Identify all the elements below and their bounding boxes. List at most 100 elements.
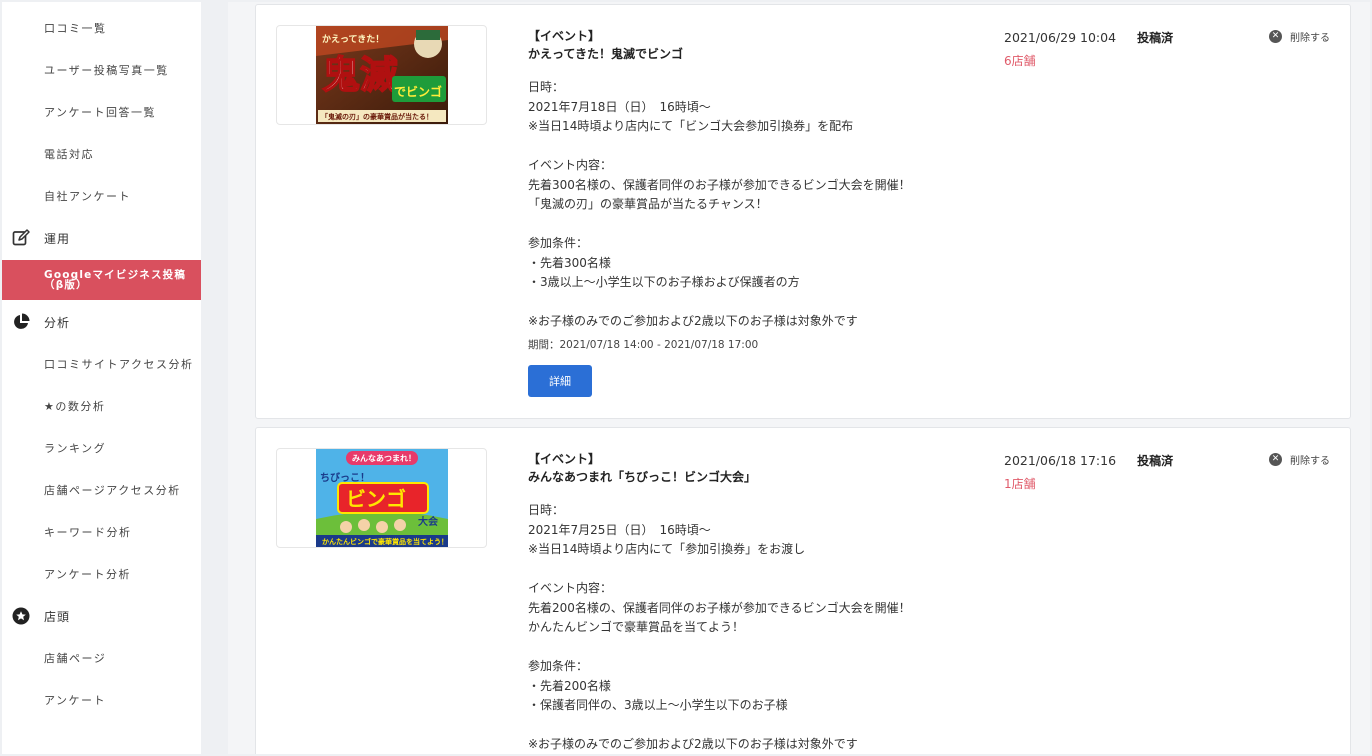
post-text-line: 参加条件：	[528, 236, 589, 250]
post-text-line: 先着200名様の、保護者同伴のお子様が参加できるビンゴ大会を開催！	[528, 600, 911, 615]
post-body: 【イベント】 かえってきた！鬼滅でビンゴ 日時： 2021年7月18日（日） 1…	[528, 27, 988, 397]
sidebar-item-ranking[interactable]: ランキング	[2, 428, 201, 468]
sidebar-item-label: アンケート	[44, 694, 107, 707]
thumbnail-caption-bottom: かんたんビンゴで豪華賞品を当てよう！	[322, 537, 448, 546]
post-title: かえってきた！鬼滅でビンゴ	[528, 47, 684, 61]
post-text-line: 「鬼滅の刃」の豪華賞品が当たるチャンス！	[528, 197, 768, 211]
sidebar-item-survey-analysis[interactable]: アンケート分析	[2, 554, 201, 594]
sidebar-item-label: 自社アンケート	[44, 190, 132, 203]
close-circle-icon: ✕	[1269, 453, 1282, 466]
post-text-line: ・3歳以上〜小学生以下のお子様および保護者の方	[528, 275, 800, 289]
sidebar-item-label: 店頭	[44, 609, 71, 624]
sidebar-section-operation[interactable]: 運用	[2, 218, 201, 258]
delete-label: 削除する	[1290, 456, 1330, 467]
detail-button[interactable]: 詳細	[528, 364, 592, 397]
post-text-line: かんたんビンゴで豪華賞品を当てよう！	[528, 620, 745, 634]
delete-button[interactable]: ✕ 削除する	[1269, 452, 1330, 467]
post-text-line: 参加条件：	[528, 659, 589, 673]
post-text-line: イベント内容：	[528, 581, 613, 595]
sidebar-item-label: 店舗ページ	[44, 652, 107, 665]
thumbnail-tag: 大会	[418, 515, 438, 528]
app-frame: 口コミ一覧 ユーザー投稿写真一覧 アンケート回答一覧 電話対応 自社アンケート …	[2, 2, 1370, 754]
sidebar-item-reviews[interactable]: 口コミ一覧	[2, 8, 201, 48]
sidebar-section-analysis[interactable]: 分析	[2, 302, 201, 342]
sidebar-item-label: ランキング	[44, 442, 107, 455]
status-badge: 投稿済	[1137, 454, 1174, 468]
sidebar-item-google-posts[interactable]: Googleマイビジネス投稿（β版）	[2, 260, 201, 300]
thumbnail-caption-bottom: 「鬼滅の刃」の豪華賞品が当たる！	[321, 112, 433, 121]
post-text-line: イベント内容：	[528, 158, 613, 172]
post-text-line	[528, 293, 988, 313]
sidebar-item-phone[interactable]: 電話対応	[2, 134, 201, 174]
sidebar-item-label: 口コミ一覧	[44, 22, 107, 35]
delete-button[interactable]: ✕ 削除する	[1269, 29, 1330, 44]
post-text-line	[528, 716, 988, 736]
post-text-line	[528, 215, 988, 235]
sidebar-divider	[201, 2, 228, 754]
sidebar-item-user-photos[interactable]: ユーザー投稿写真一覧	[2, 50, 201, 90]
sidebar-item-label: ユーザー投稿写真一覧	[44, 64, 169, 77]
post-text-line	[528, 638, 988, 658]
post-meta: 2021/06/29 10:04 投稿済 6店舗	[1004, 27, 1173, 69]
sidebar-item-label: Googleマイビジネス投稿（β版）	[44, 269, 187, 291]
post-text-line	[528, 560, 988, 580]
thumbnail-headline: 鬼滅	[322, 53, 398, 97]
post-period: 期間：2021/07/18 14:00 - 2021/07/18 17:00	[528, 338, 759, 351]
post-text-line: 先着300名様の、保護者同伴のお子様が参加できるビンゴ大会を開催！	[528, 177, 911, 192]
post-date: 2021/06/18 17:16	[1004, 453, 1117, 468]
main-content: かえってきた！ 鬼滅 でビンゴ 「鬼滅の刃」の豪華賞品が当たる！ 【イベント】 …	[228, 2, 1370, 754]
store-count-link[interactable]: 6店舗	[1004, 52, 1173, 69]
thumbnail-caption-top: みんなあつまれ！	[352, 454, 416, 463]
post-body: 【イベント】 みんなあつまれ「ちびっこ！ビンゴ大会」 日時： 2021年7月25…	[528, 450, 988, 754]
sidebar-item-own-survey[interactable]: 自社アンケート	[2, 176, 201, 216]
sidebar-item-store-page[interactable]: 店舗ページ	[2, 638, 201, 678]
sidebar-item-site-access[interactable]: 口コミサイトアクセス分析	[2, 344, 201, 384]
thumbnail-subheadline: ビンゴ	[346, 487, 406, 511]
sidebar-item-label: 店舗ページアクセス分析	[44, 484, 181, 497]
sidebar-item-label: 分析	[44, 315, 71, 330]
sidebar-item-survey[interactable]: アンケート	[2, 680, 201, 720]
post-text-line: ※当日14時頃より店内にて「参加引換券」をお渡し	[528, 542, 806, 556]
post-date: 2021/06/29 10:04	[1004, 30, 1117, 45]
post-text-line: ※お子様のみでのご参加および2歳以下のお子様は対象外です	[528, 737, 858, 751]
post-text-line: ・保護者同伴の、3歳以上〜小学生以下のお子様	[528, 698, 788, 712]
post-text-line: 日時：	[528, 503, 565, 517]
status-badge: 投稿済	[1137, 31, 1174, 45]
sidebar-item-store-page-access[interactable]: 店舗ページアクセス分析	[2, 470, 201, 510]
post-text-line: 日時：	[528, 80, 565, 94]
delete-label: 削除する	[1290, 33, 1330, 44]
post-text-line	[528, 137, 988, 157]
post-meta: 2021/06/18 17:16 投稿済 1店舗	[1004, 450, 1173, 492]
post-text-line: 2021年7月25日（日） 16時頃〜	[528, 522, 711, 537]
sidebar-item-survey-answers[interactable]: アンケート回答一覧	[2, 92, 201, 132]
sidebar-item-star-analysis[interactable]: ★の数分析	[2, 386, 201, 426]
post-text-line: ※お子様のみでのご参加および2歳以下のお子様は対象外です	[528, 314, 858, 328]
sidebar-item-label: 口コミサイトアクセス分析	[44, 358, 194, 371]
close-circle-icon: ✕	[1269, 30, 1282, 43]
thumbnail-caption-top: かえってきた！	[322, 34, 384, 45]
pie-chart-icon	[11, 312, 31, 332]
post-card: かえってきた！ 鬼滅 でビンゴ 「鬼滅の刃」の豪華賞品が当たる！ 【イベント】 …	[255, 4, 1351, 419]
post-title: みんなあつまれ「ちびっこ！ビンゴ大会」	[528, 470, 757, 484]
post-text-line: ・先着300名様	[528, 255, 611, 270]
bingo-poster-image: かえってきた！ 鬼滅 でビンゴ 「鬼滅の刃」の豪華賞品が当たる！	[315, 26, 448, 124]
sidebar-item-label: キーワード分析	[44, 526, 132, 539]
sidebar-item-label: ★の数分析	[44, 400, 106, 413]
sidebar-section-storefront[interactable]: 店頭	[2, 596, 201, 636]
post-type: 【イベント】	[528, 452, 601, 466]
sidebar-item-keyword-analysis[interactable]: キーワード分析	[2, 512, 201, 552]
bingo-poster-image: みんなあつまれ！ ちびっこ！ ビンゴ 大会 かんたんビンゴで豪華賞品を当てよう！	[315, 449, 448, 547]
edit-icon	[11, 228, 31, 248]
post-text-line: 2021年7月18日（日） 16時頃〜	[528, 99, 711, 114]
post-text-line: ※当日14時頃より店内にて「ビンゴ大会参加引換券」を配布	[528, 119, 854, 133]
post-text-line: ・先着200名様	[528, 678, 611, 693]
sidebar: 口コミ一覧 ユーザー投稿写真一覧 アンケート回答一覧 電話対応 自社アンケート …	[2, 2, 201, 754]
sidebar-item-label: アンケート回答一覧	[44, 106, 157, 119]
post-card: みんなあつまれ！ ちびっこ！ ビンゴ 大会 かんたんビンゴで豪華賞品を当てよう！…	[255, 427, 1351, 754]
post-thumbnail[interactable]: みんなあつまれ！ ちびっこ！ ビンゴ 大会 かんたんビンゴで豪華賞品を当てよう！	[276, 448, 487, 548]
thumbnail-subheadline: でビンゴ	[394, 84, 442, 99]
sidebar-item-label: アンケート分析	[44, 568, 132, 581]
post-thumbnail[interactable]: かえってきた！ 鬼滅 でビンゴ 「鬼滅の刃」の豪華賞品が当たる！	[276, 25, 487, 125]
store-count-link[interactable]: 1店舗	[1004, 475, 1173, 492]
sidebar-item-label: 電話対応	[44, 148, 94, 161]
